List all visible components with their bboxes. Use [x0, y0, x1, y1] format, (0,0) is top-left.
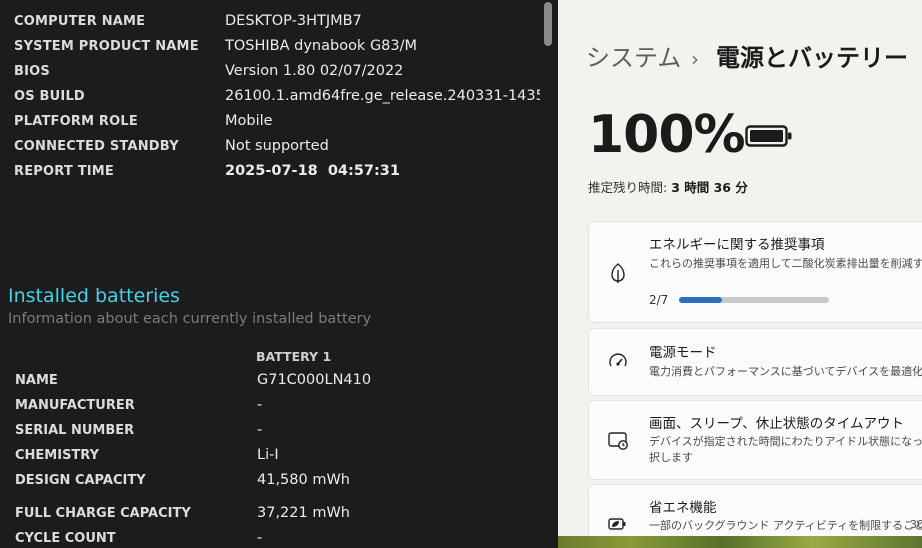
label-system-product-name: SYSTEM PRODUCT NAME — [14, 39, 199, 54]
battery-row-cycle-count: CYCLE COUNT - — [0, 526, 540, 548]
energy-recommendations-desc: これらの推奨事項を適用して二酸化炭素排出量を削減す — [649, 257, 922, 270]
row-report-time: REPORT TIME 2025-07-18 04:57:31 — [0, 159, 540, 184]
screen-sleep-title: 画面、スリープ、休止状態のタイムアウト — [649, 416, 905, 432]
gauge-icon — [609, 353, 627, 367]
value-platform-role: Mobile — [225, 113, 273, 129]
value-connected-standby: Not supported — [225, 138, 329, 154]
screen-sleep-desc-line2: 択します — [649, 451, 693, 464]
battery-row-chemistry: CHEMISTRY Li-I — [0, 443, 540, 468]
battery-value: 37,221 mWh — [257, 505, 350, 521]
battery-label: DESIGN CAPACITY — [15, 473, 146, 488]
recommendations-progress-label: 2/7 — [649, 293, 669, 307]
installed-batteries-subtitle: Information about each currently install… — [8, 311, 372, 327]
battery-full-icon — [745, 125, 792, 147]
row-bios: BIOS Version 1.80 02/07/2022 — [0, 59, 540, 84]
battery-row-design-capacity: DESIGN CAPACITY 41,580 mWh — [0, 468, 540, 493]
battery-row-serial-number: SERIAL NUMBER - — [0, 418, 540, 443]
power-mode-desc: 電力消費とパフォーマンスに基づいてデバイスを最適化 — [649, 365, 922, 378]
screen-timeout-icon — [608, 432, 628, 450]
battery-label: MANUFACTURER — [15, 398, 135, 413]
remaining-label: 推定残り時間: — [588, 180, 668, 195]
recommendations-progress-fill — [679, 297, 722, 303]
battery-column-header: BATTERY 1 — [256, 349, 332, 364]
battery-value: G71C000LN410 — [257, 372, 372, 388]
value-system-product-name: TOSHIBA dynabook G83/M — [225, 38, 418, 54]
label-bios: BIOS — [14, 64, 50, 79]
breadcrumb-chevron-icon: › — [691, 47, 699, 71]
battery-percentage: 100% — [588, 105, 746, 165]
row-system-product-name: SYSTEM PRODUCT NAME TOSHIBA dynabook G83… — [0, 34, 540, 59]
battery-label: SERIAL NUMBER — [15, 423, 135, 438]
breadcrumb-system-link[interactable]: システム — [586, 42, 681, 74]
page-title: 電源とバッテリー — [716, 44, 908, 72]
row-platform-role: PLATFORM ROLE Mobile — [0, 109, 540, 134]
value-report-time: 2025-07-18 04:57:31 — [225, 163, 400, 179]
battery-value: Li-I — [257, 447, 279, 463]
row-computer-name: COMPUTER NAME DESKTOP-3HTJMB7 — [0, 9, 540, 34]
recommendations-progress-bar — [679, 297, 829, 303]
energy-saver-desc: 一部のバックグラウンド アクティビティを制限すること — [649, 519, 922, 532]
battery-label: NAME — [15, 373, 58, 388]
energy-saver-title: 省エネ機能 — [649, 500, 717, 516]
leaf-icon — [611, 263, 625, 283]
screen-sleep-timeout-card[interactable]: 画面、スリープ、休止状態のタイムアウト デバイスが指定された時間にわたりアイドル… — [588, 400, 922, 480]
energy-recommendations-title: エネルギーに関する推奨事項 — [649, 237, 825, 253]
battery-label: CYCLE COUNT — [15, 531, 116, 546]
label-connected-standby: CONNECTED STANDBY — [14, 139, 179, 154]
label-report-time: REPORT TIME — [14, 164, 115, 179]
battery-saver-icon — [608, 518, 626, 530]
screen-sleep-desc: デバイスが指定された時間にわたりアイドル状態になった場合 — [649, 435, 922, 448]
power-mode-title: 電源モード — [649, 345, 717, 361]
installed-batteries-heading: Installed batteries — [8, 285, 180, 307]
battery-row-full-charge-capacity: FULL CHARGE CAPACITY 37,221 mWh — [0, 501, 540, 526]
row-connected-standby: CONNECTED STANDBY Not supported — [0, 134, 540, 159]
battery-row-manufacturer: MANUFACTURER - — [0, 393, 540, 418]
value-os-build: 26100.1.amd64fre.ge_release.240331-1435 — [225, 88, 540, 104]
battery-value: - — [257, 530, 263, 546]
battery-value: 41,580 mWh — [257, 472, 350, 488]
desktop-wallpaper-strip — [558, 536, 922, 548]
label-platform-role: PLATFORM ROLE — [14, 114, 138, 129]
energy-recommendations-card[interactable]: エネルギーに関する推奨事項 これらの推奨事項を適用して二酸化炭素排出量を削減す … — [588, 221, 922, 323]
energy-saver-threshold: 30 — [910, 518, 922, 531]
remaining-value: 3 時間 36 分 — [671, 180, 748, 195]
power-mode-card[interactable]: 電源モード 電力消費とパフォーマンスに基づいてデバイスを最適化 — [588, 328, 922, 396]
value-bios: Version 1.80 02/07/2022 — [225, 63, 404, 79]
battery-label: FULL CHARGE CAPACITY — [15, 506, 191, 521]
report-scrollbar-thumb[interactable] — [544, 2, 552, 46]
value-computer-name: DESKTOP-3HTJMB7 — [225, 13, 362, 29]
estimated-time-remaining: 推定残り時間: 3 時間 36 分 — [588, 178, 748, 198]
row-os-build: OS BUILD 26100.1.amd64fre.ge_release.240… — [0, 84, 540, 109]
label-computer-name: COMPUTER NAME — [14, 14, 146, 29]
report-scrollbar-track[interactable] — [540, 0, 558, 548]
label-os-build: OS BUILD — [14, 89, 85, 104]
battery-label: CHEMISTRY — [15, 448, 100, 463]
battery-report-pane: COMPUTER NAME DESKTOP-3HTJMB7 SYSTEM PRO… — [0, 0, 540, 548]
battery-value: - — [257, 422, 263, 438]
battery-value: - — [257, 397, 263, 413]
settings-power-battery-pane: システム › 電源とバッテリー 100% 推定残り時間: 3 時間 36 分 エ… — [558, 0, 922, 548]
battery-row-name: NAME G71C000LN410 — [0, 368, 540, 393]
